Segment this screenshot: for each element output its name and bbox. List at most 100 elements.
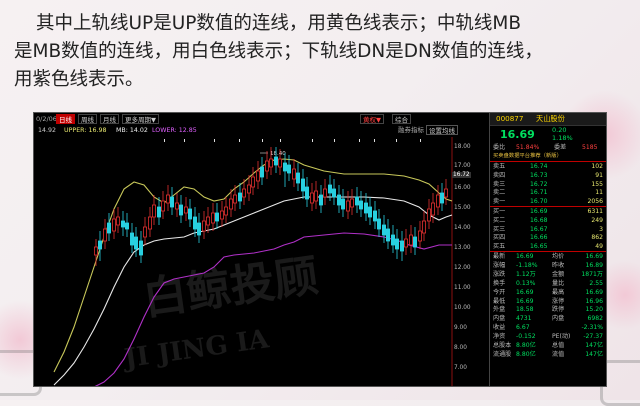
- stat-label: 涨幅: [493, 261, 506, 269]
- indicator-upper: UPPER: 16.98: [64, 127, 107, 134]
- candle-body: [358, 200, 363, 210]
- candle-body: [246, 184, 251, 194]
- candle-body: [143, 226, 148, 238]
- candle-body: [417, 230, 422, 242]
- price-axis: 18.00 17.00 16.72 16.00 15.00 14.00 13.0…: [452, 137, 488, 386]
- orderbook-level: 买一: [493, 208, 506, 215]
- candle-body: [412, 236, 417, 248]
- candle-body: [349, 198, 354, 208]
- indicator-prefix: 14.92: [38, 127, 57, 134]
- caption-line: 其中上轨线UP是UP数值的连线，用黄色线表示；中轨线MB: [36, 13, 522, 34]
- orderbook-row[interactable]: 卖四 16.73 91: [490, 172, 606, 180]
- orderbook-row[interactable]: 买一 16.69 6311: [490, 208, 606, 216]
- stats-row: 换手 0.13% 量比 2.55: [490, 280, 606, 288]
- orderbook-price: 16.69: [530, 208, 548, 215]
- stat-label: 最高: [552, 288, 565, 296]
- caption-line: 是MB数值的连线，用白色线表示；下轨线DN是DN数值的连线，: [14, 41, 543, 62]
- orderbook-row[interactable]: 卖三 16.72 155: [490, 181, 606, 189]
- stat-value: 16.89: [585, 261, 603, 269]
- candle-body: [295, 172, 300, 184]
- candle-body: [205, 216, 210, 226]
- candle-body: [304, 186, 309, 200]
- quote-panel: 000877 天山股份 16.69 0.20 1.18% 委比 51.84% 委…: [489, 113, 606, 386]
- tab-daily[interactable]: 日线: [56, 114, 75, 124]
- stats-row: 涨幅 -1.18% 昨收 16.89: [490, 262, 606, 270]
- stat-label: 收益: [493, 324, 506, 332]
- stat-label: 外盘: [493, 306, 506, 314]
- stat-value: -0.152: [516, 333, 536, 341]
- candle-body: [340, 198, 345, 210]
- y-tick: 17.00: [454, 163, 471, 169]
- period-toolbar: 0/2/06 日线 周线 月线 更多周期▼ 黄权▼ 综合 融券指标 设置均线: [34, 113, 488, 135]
- orderbook-volume: 102: [591, 163, 603, 170]
- candle-body: [291, 168, 296, 180]
- corner-logo-outline: [600, 360, 640, 406]
- indicator-bar: 14.92 UPPER: 16.98 MB: 14.02 LOWER: 12.8…: [34, 126, 488, 136]
- stat-label: 今开: [493, 288, 506, 296]
- price-change-pct: 1.18%: [552, 134, 573, 142]
- candle-body: [125, 222, 130, 230]
- event-marker: [262, 139, 263, 142]
- stat-label: 内盘: [493, 315, 506, 323]
- stat-label: 换手: [493, 279, 506, 287]
- candle-body: [121, 220, 126, 228]
- price-change: 0.20: [552, 126, 567, 134]
- candle-body: [161, 200, 166, 212]
- orderbook-row[interactable]: 买四 16.66 862: [490, 234, 606, 242]
- event-marker: [239, 139, 240, 142]
- candle-body: [219, 210, 224, 220]
- candle-body: [435, 194, 440, 208]
- divider: [490, 251, 606, 252]
- candle-body: [107, 222, 112, 234]
- candle-body: [139, 240, 144, 256]
- event-marker: [334, 139, 335, 142]
- stat-value: 6982: [587, 315, 603, 323]
- tab-monthly[interactable]: 月线: [100, 114, 119, 124]
- candle-body: [192, 216, 197, 230]
- quote-header: 000877 天山股份: [490, 113, 606, 126]
- stats-row: 最新 16.69 均价 16.69: [490, 253, 606, 261]
- stat-value: 16.69: [585, 288, 603, 296]
- candle-body: [331, 188, 336, 198]
- stat-value: 6.67: [516, 324, 530, 332]
- orderbook-level: 卖五: [493, 163, 506, 170]
- candle-body: [268, 158, 273, 168]
- candle-body: [116, 216, 121, 226]
- event-marker: [312, 139, 313, 142]
- tab-weekly[interactable]: 周线: [78, 114, 97, 124]
- stats-row: 外盘 18.58 跌停 15.20: [490, 306, 606, 314]
- y-tick current-price-tag: 16.72: [452, 172, 471, 178]
- candle-body: [286, 164, 291, 174]
- candlestick-chart[interactable]: 白鲸投顾 JI JING IA 18.40: [34, 137, 488, 386]
- event-marker: [396, 139, 397, 142]
- candle-body: [394, 238, 399, 250]
- y-tick: 9.00: [454, 325, 467, 331]
- stat-label: 总股本: [493, 342, 512, 349]
- rights-dropdown[interactable]: 黄权▼: [360, 114, 384, 124]
- indicator-mb: MB: 14.02: [116, 127, 148, 134]
- orderbook-level: 买三: [493, 225, 506, 233]
- stock-code: 000877: [496, 114, 524, 123]
- orderbook-row[interactable]: 卖五 16.74 102: [490, 163, 606, 171]
- tab-more-periods[interactable]: 更多周期▼: [122, 114, 159, 124]
- y-tick: 15.00: [454, 205, 471, 211]
- orderbook-volume: 155: [591, 180, 603, 188]
- stat-label: 内盘: [552, 315, 565, 323]
- orderbook-row[interactable]: 买二 16.68 249: [490, 217, 606, 225]
- candle-body: [174, 202, 179, 210]
- candle-body: [300, 178, 305, 192]
- high-price-marker: 18.40: [270, 151, 286, 157]
- composite-button[interactable]: 综合: [392, 114, 411, 124]
- candle-body: [443, 188, 448, 198]
- stat-value: 16.69: [585, 253, 603, 260]
- stat-label: PE(动): [552, 333, 571, 341]
- orderbook-price: 16.71: [530, 189, 548, 197]
- stat-label: 涨停: [552, 297, 565, 305]
- candle-body: [228, 198, 233, 210]
- orderbook-row[interactable]: 卖二 16.71 11: [490, 189, 606, 197]
- orderbook-row[interactable]: 买三 16.67 3: [490, 226, 606, 234]
- candle-body: [196, 222, 201, 236]
- orderbook-price: 16.72: [530, 180, 548, 188]
- indicator-lower: LOWER: 12.85: [152, 127, 197, 134]
- stat-label: 昨收: [552, 261, 565, 269]
